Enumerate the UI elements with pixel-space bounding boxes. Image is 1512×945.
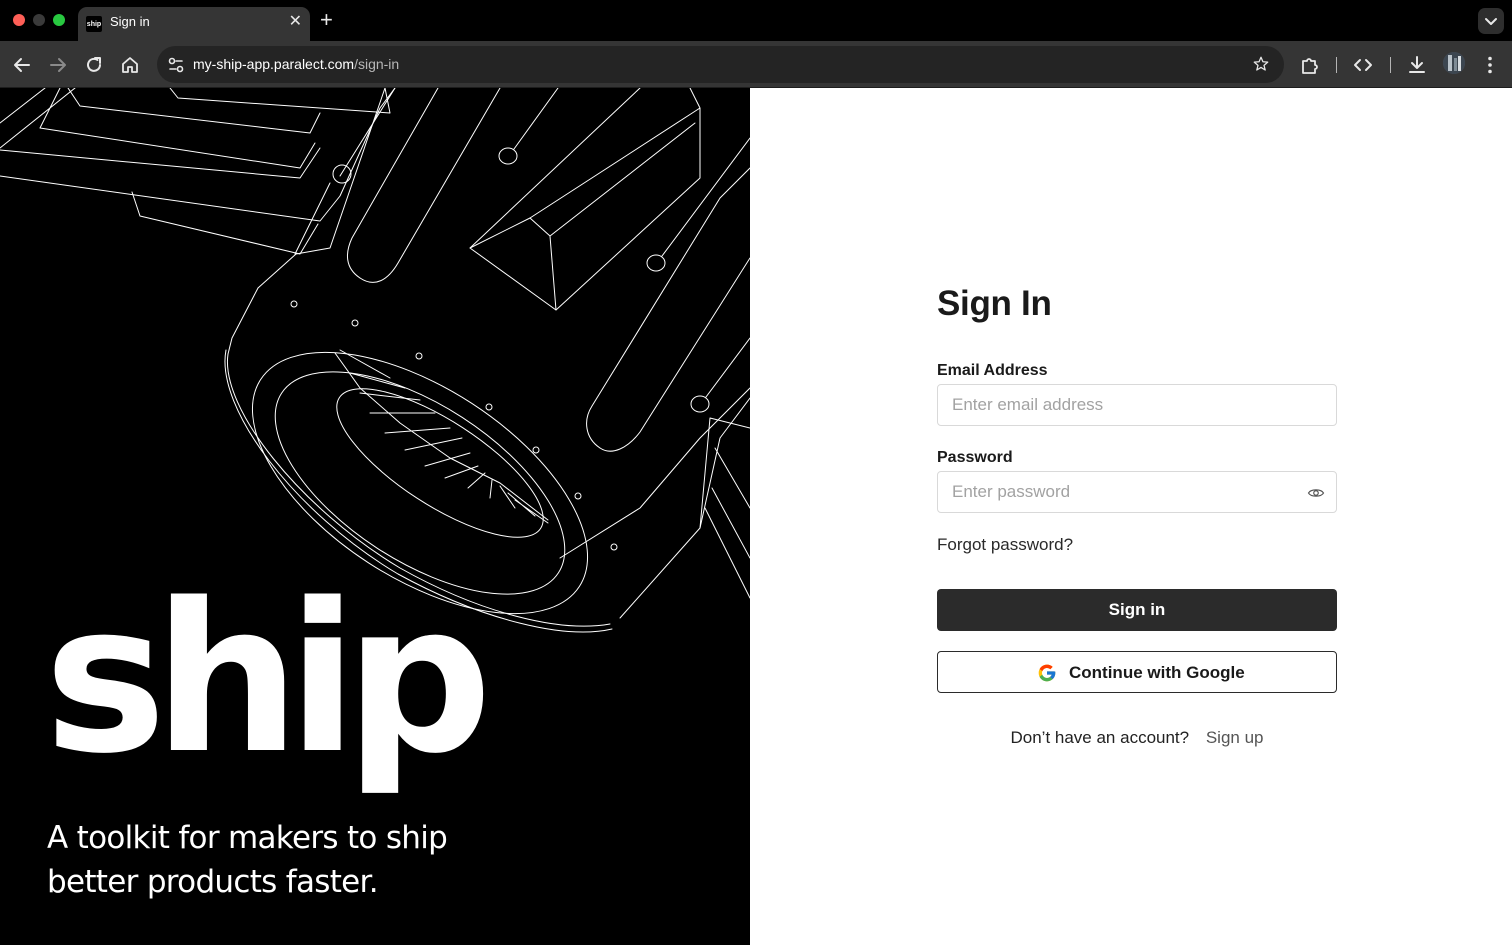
toolbar-divider <box>1336 57 1337 73</box>
password-label: Password <box>937 449 1013 466</box>
new-tab-button[interactable]: + <box>320 9 333 31</box>
avatar-image-icon <box>1443 52 1465 74</box>
google-logo-icon <box>1038 664 1056 682</box>
hero-panel: ship A toolkit for makers to ship better… <box>0 88 750 945</box>
ship-logo: ship <box>44 559 492 799</box>
google-button-label: Continue with Google <box>1069 663 1245 682</box>
toolbar-divider <box>1390 57 1391 73</box>
address-bar[interactable]: my-ship-app.paralect.com/sign-in <box>157 46 1284 83</box>
page-title: Sign In <box>937 284 1052 323</box>
back-arrow-icon[interactable] <box>10 53 34 77</box>
home-icon[interactable] <box>118 53 142 77</box>
sign-in-button[interactable]: Sign in <box>937 589 1337 631</box>
tab-favicon-icon: ship <box>86 16 102 32</box>
site-info-icon[interactable] <box>163 52 189 78</box>
more-vertical-icon[interactable] <box>1478 53 1502 77</box>
tab-title: Sign in <box>110 14 150 29</box>
browser-tab-active[interactable]: ship Sign in ✕ <box>78 7 310 41</box>
window-maximize-button[interactable] <box>53 14 65 26</box>
signup-prompt: Don’t have an account? Sign up <box>937 728 1337 748</box>
devtools-code-icon[interactable] <box>1351 53 1375 77</box>
url-text[interactable]: my-ship-app.paralect.com/sign-in <box>193 56 399 72</box>
bookmark-star-icon[interactable] <box>1252 55 1270 73</box>
window-close-button[interactable] <box>13 14 25 26</box>
forgot-password-link[interactable]: Forgot password? <box>937 535 1073 555</box>
forward-arrow-icon[interactable] <box>46 53 70 77</box>
email-label: Email Address <box>937 362 1048 379</box>
browser-tab-strip: ship Sign in ✕ + <box>0 0 1512 41</box>
hero-tagline: A toolkit for makers to ship better prod… <box>47 820 448 900</box>
browser-toolbar: my-ship-app.paralect.com/sign-in <box>0 41 1512 88</box>
url-host: my-ship-app.paralect.com <box>193 56 355 72</box>
window-minimize-button[interactable] <box>33 14 45 26</box>
email-field-container <box>937 384 1337 426</box>
show-password-eye-icon[interactable] <box>1307 484 1325 502</box>
profile-avatar[interactable] <box>1443 52 1465 74</box>
sign-in-panel: Sign In Email Address Password Forgot pa… <box>750 88 1512 945</box>
password-field[interactable] <box>938 472 1336 512</box>
chevron-down-icon <box>1485 18 1497 25</box>
url-path: /sign-in <box>354 56 400 72</box>
password-field-container <box>937 471 1337 513</box>
download-icon[interactable] <box>1405 53 1429 77</box>
tab-close-icon[interactable]: ✕ <box>289 14 302 30</box>
extensions-puzzle-icon[interactable] <box>1298 53 1322 77</box>
reload-icon[interactable] <box>82 53 106 77</box>
sign-up-link[interactable]: Sign up <box>1206 728 1264 747</box>
continue-with-google-button[interactable]: Continue with Google <box>937 651 1337 693</box>
tab-search-button[interactable] <box>1478 8 1504 34</box>
email-field[interactable] <box>938 385 1336 425</box>
signup-question: Don’t have an account? <box>1010 728 1190 747</box>
